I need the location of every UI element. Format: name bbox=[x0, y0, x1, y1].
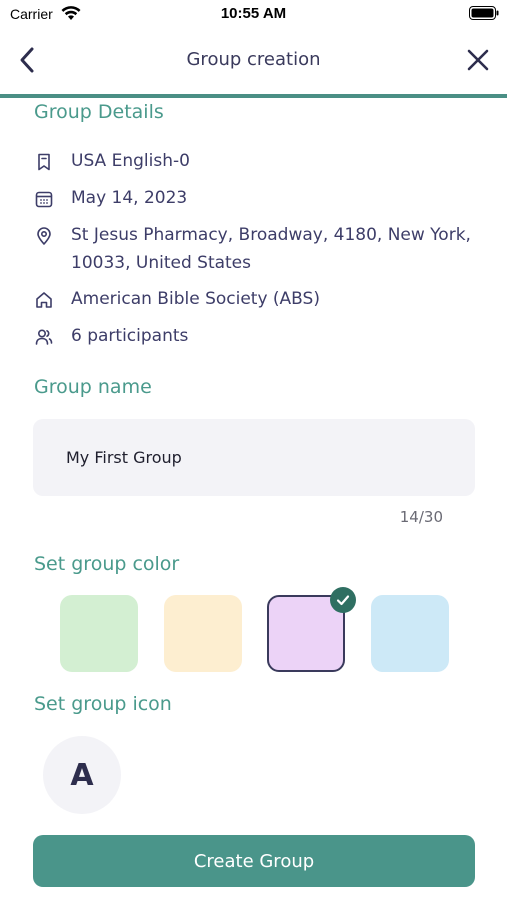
detail-row-participants: 6 participants bbox=[34, 326, 484, 350]
detail-participants-text: 6 participants bbox=[71, 326, 189, 346]
create-group-button[interactable]: Create Group bbox=[33, 835, 475, 887]
color-swatch-green[interactable] bbox=[60, 595, 138, 672]
detail-language-text: USA English-0 bbox=[71, 151, 190, 171]
detail-location-text: St Jesus Pharmacy, Broadway, 4180, New Y… bbox=[71, 225, 471, 273]
home-icon bbox=[36, 292, 52, 308]
group-icon-avatar[interactable]: A bbox=[43, 736, 121, 814]
group-name-input[interactable]: My First Group bbox=[33, 419, 475, 496]
group-details-title: Group Details bbox=[34, 101, 164, 123]
detail-row-location: St Jesus Pharmacy, Broadway, 4180, New Y… bbox=[34, 225, 484, 277]
color-swatch-blue[interactable] bbox=[371, 595, 449, 672]
close-button[interactable] bbox=[463, 44, 493, 76]
detail-date-text: May 14, 2023 bbox=[71, 188, 188, 208]
group-color-label: Set group color bbox=[34, 553, 180, 575]
battery-icon bbox=[469, 6, 499, 20]
checkmark-icon bbox=[336, 595, 350, 606]
close-icon bbox=[467, 49, 489, 71]
nav-bar: Group creation bbox=[0, 30, 507, 94]
calendar-icon bbox=[35, 191, 53, 208]
nav-divider bbox=[0, 94, 507, 98]
character-counter: 14/30 bbox=[399, 508, 443, 526]
status-bar: Carrier 10:55 AM bbox=[0, 0, 507, 30]
detail-organization-text: American Bible Society (ABS) bbox=[71, 289, 320, 309]
detail-row-date: May 14, 2023 bbox=[34, 188, 484, 212]
detail-row-language: USA English-0 bbox=[34, 151, 484, 175]
color-swatch-yellow[interactable] bbox=[164, 595, 242, 672]
group-name-label: Group name bbox=[34, 376, 152, 398]
detail-row-organization: American Bible Society (ABS) bbox=[34, 289, 484, 313]
bookmark-icon bbox=[38, 153, 50, 171]
page-title: Group creation bbox=[186, 49, 321, 70]
status-time: 10:55 AM bbox=[220, 5, 287, 22]
users-icon bbox=[35, 329, 53, 345]
selected-check-badge bbox=[330, 587, 356, 613]
location-pin-icon bbox=[37, 227, 51, 245]
group-icon-label: Set group icon bbox=[34, 693, 172, 715]
